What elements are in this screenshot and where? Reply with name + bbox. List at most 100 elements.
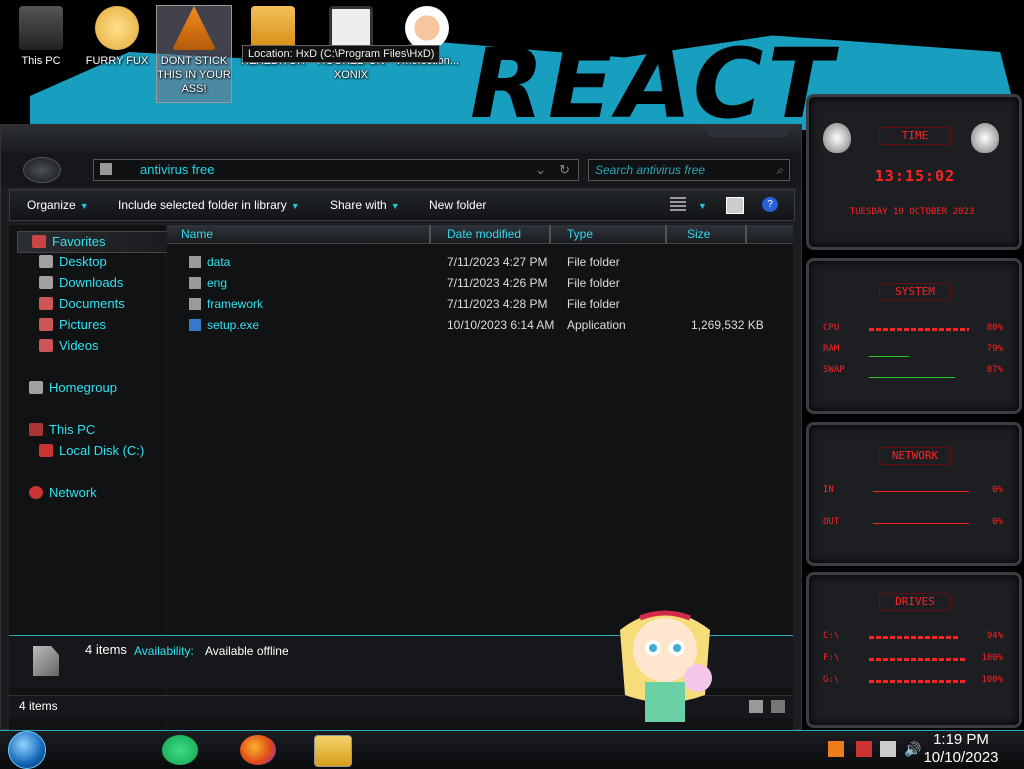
column-header-row: Name Date modified Type Size — [167, 225, 793, 244]
view-options-icon[interactable] — [670, 197, 686, 212]
drives-gadget[interactable]: DRIVES C:\ 94% F:\ 100% G:\ 100% — [806, 572, 1022, 728]
taskbar: 🔊 1:19 PM 10/10/2023 — [0, 730, 1024, 769]
doctor-icon — [405, 6, 449, 50]
network-in-graph — [873, 491, 969, 492]
metric-value: 100% — [981, 675, 1003, 685]
nav-desktop[interactable]: Desktop — [39, 252, 107, 272]
drive-f-bar — [869, 658, 965, 661]
file-icon — [33, 646, 59, 676]
preview-pane-icon[interactable] — [726, 197, 744, 214]
file-row[interactable]: data 7/11/2023 4:27 PM File folder — [167, 252, 793, 273]
metric-value: 87% — [986, 365, 1003, 375]
file-name: data — [207, 255, 231, 269]
desktop-icon-this-pc[interactable]: This PC — [4, 6, 78, 68]
nav-homegroup[interactable]: Homegroup — [29, 378, 117, 398]
homegroup-icon — [29, 381, 43, 394]
time-gadget[interactable]: TIME 13:15:02 TUESDAY 10 OCTOBER 2023 — [806, 94, 1022, 250]
network-tray-icon[interactable] — [880, 741, 896, 757]
folder-icon — [189, 298, 201, 310]
chevron-down-icon[interactable]: ⌄ — [535, 160, 546, 180]
search-input[interactable]: Search antivirus free ⌕ — [588, 159, 790, 181]
nav-documents[interactable]: Documents — [39, 294, 125, 314]
notes-app-icon[interactable] — [162, 735, 198, 765]
desktop-icon-label: FURRY FUX — [85, 55, 149, 67]
file-name: setup.exe — [207, 318, 260, 332]
metric-value: 79% — [986, 344, 1003, 354]
nav-label: Pictures — [59, 317, 106, 332]
nav-local-disk[interactable]: Local Disk (C:) — [39, 441, 144, 461]
metric-value: 0% — [992, 517, 1003, 527]
column-name[interactable]: Name — [175, 225, 431, 243]
availability-value: Available offline — [205, 644, 289, 658]
cpu-bar — [869, 328, 969, 331]
nav-network[interactable]: Network — [29, 483, 97, 503]
drive-f-meter: F:\ 100% — [823, 653, 1003, 667]
metric-value: 94% — [986, 631, 1003, 641]
nav-label: Desktop — [59, 254, 107, 269]
desktop-icon-dont-stick[interactable]: DONT STICK THIS IN YOUR ASS! — [156, 5, 232, 103]
help-icon[interactable]: ? — [762, 197, 778, 212]
search-placeholder: Search antivirus free — [595, 163, 706, 177]
address-bar[interactable]: antivirus free ⌄ ↻ — [93, 159, 579, 181]
drive-icon — [39, 444, 53, 457]
nav-label: Documents — [59, 296, 125, 311]
desktop-icon-furry-fux[interactable]: FURRY FUX — [80, 6, 154, 68]
nav-this-pc[interactable]: This PC — [29, 420, 95, 440]
item-count: 4 items — [85, 642, 127, 657]
metric-label: IN — [823, 485, 834, 495]
share-with-button[interactable]: Share with ▼ — [330, 190, 400, 220]
include-library-button[interactable]: Include selected folder in library ▼ — [118, 190, 300, 220]
details-view-icon[interactable] — [749, 700, 763, 713]
network-out-graph — [873, 523, 969, 524]
network-icon — [29, 486, 43, 499]
drive-c-bar — [869, 636, 959, 639]
gadget-clock: 13:15:02 — [874, 167, 956, 185]
taskbar-clock[interactable]: 1:19 PM 10/10/2023 — [906, 731, 1016, 767]
documents-icon — [39, 297, 53, 310]
large-icons-view-icon[interactable] — [771, 700, 785, 713]
folder-icon — [189, 256, 201, 268]
file-row[interactable]: setup.exe 10/10/2023 6:14 AM Application… — [167, 315, 793, 336]
wallpaper-text: REACT — [470, 28, 837, 130]
nav-label: Downloads — [59, 275, 124, 290]
nav-videos[interactable]: Videos — [39, 336, 99, 356]
drive-c-meter: C:\ 94% — [823, 631, 1003, 645]
title-bar[interactable] — [1, 125, 801, 153]
desktop-icon-xonix[interactable]: HOOKED ON XONIX — [314, 6, 388, 82]
nav-favorites[interactable]: Favorites — [17, 231, 169, 253]
refresh-icon[interactable]: ↻ — [559, 160, 570, 180]
back-forward-button[interactable] — [23, 157, 61, 183]
nav-downloads[interactable]: Downloads — [39, 273, 123, 293]
sidebar-gadgets: TIME 13:15:02 TUESDAY 10 OCTOBER 2023 SY… — [806, 94, 1024, 730]
view-dropdown[interactable]: ▼ — [694, 190, 707, 220]
file-row[interactable]: framework 7/11/2023 4:28 PM File folder — [167, 294, 793, 315]
metric-label: F:\ — [823, 653, 840, 663]
network-gadget[interactable]: NETWORK IN 0% OUT 0% — [806, 422, 1022, 566]
gadget-title: SYSTEM — [879, 283, 951, 301]
action-center-flag-icon[interactable] — [856, 741, 872, 757]
caption-buttons[interactable] — [703, 125, 793, 137]
organize-button[interactable]: Organize ▼ — [27, 190, 89, 220]
start-orb-button[interactable] — [8, 731, 46, 769]
file-row[interactable]: eng 7/11/2023 4:26 PM File folder — [167, 273, 793, 294]
system-gadget[interactable]: SYSTEM CPU 80% RAM 79% SWAP 87% — [806, 258, 1022, 414]
file-explorer-icon[interactable] — [314, 735, 352, 767]
tray-app-icon[interactable] — [828, 741, 844, 757]
column-type[interactable]: Type — [561, 225, 667, 243]
file-date: 10/10/2023 6:14 AM — [447, 318, 555, 332]
network-out-meter: OUT 0% — [823, 517, 1003, 531]
nav-label: This PC — [49, 422, 96, 437]
chevron-down-icon: ▼ — [390, 201, 400, 211]
chevron-down-icon: ▼ — [290, 201, 300, 211]
hex-editor-icon — [251, 6, 295, 50]
new-folder-button[interactable]: New folder — [429, 190, 486, 220]
column-date-modified[interactable]: Date modified — [441, 225, 551, 243]
nav-label: Network — [49, 485, 97, 500]
column-size[interactable]: Size — [681, 225, 747, 243]
nav-pictures[interactable]: Pictures — [39, 315, 106, 335]
search-icon[interactable]: ⌕ — [776, 160, 783, 180]
chevron-down-icon: ▼ — [698, 201, 707, 211]
application-icon — [189, 319, 201, 331]
file-type: File folder — [567, 255, 620, 269]
firefox-icon[interactable] — [240, 735, 276, 765]
